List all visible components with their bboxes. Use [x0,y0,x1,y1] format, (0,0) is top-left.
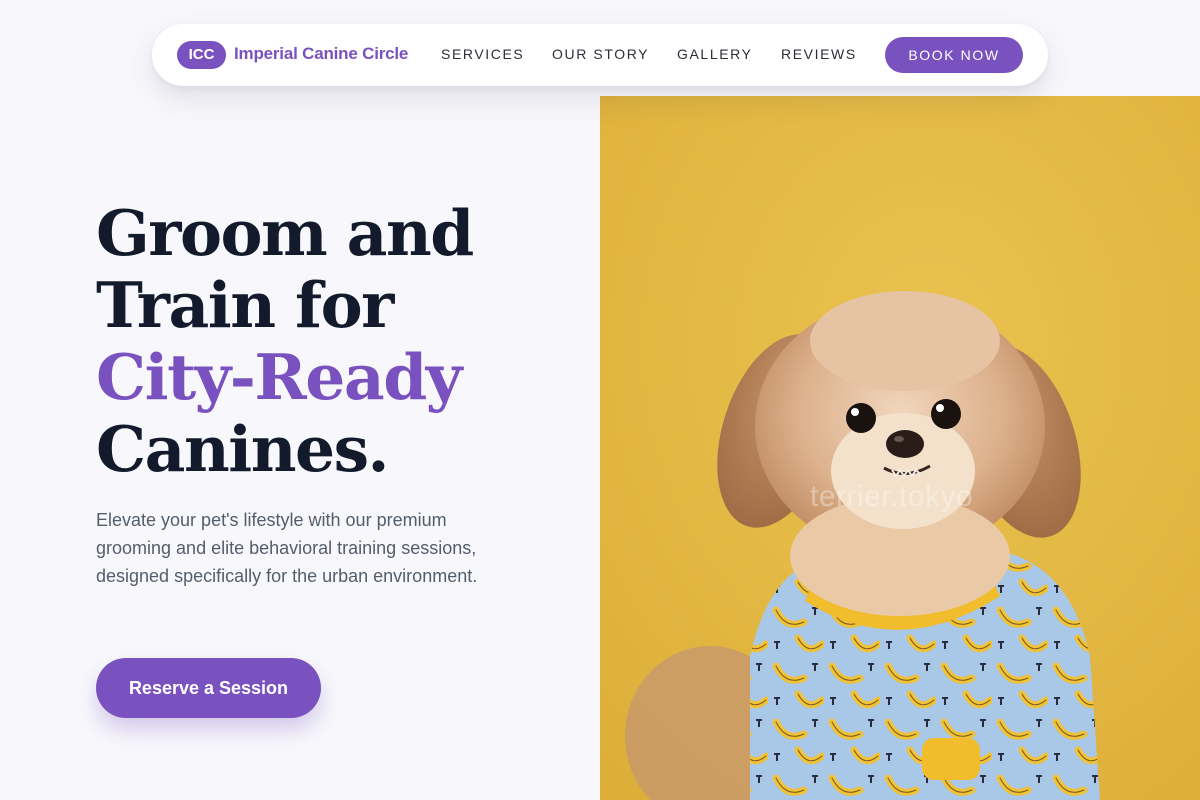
headline-accent: City-Ready [96,340,462,414]
reserve-session-button[interactable]: Reserve a Session [96,658,321,718]
dog-nose [886,430,924,458]
hero-description: Elevate your pet's lifestyle with our pr… [96,510,478,586]
book-now-button[interactable]: BOOK NOW [885,37,1023,73]
left-eye [846,403,876,433]
headline-line-1: Groom and [96,196,474,270]
nav-link-reviews[interactable]: REVIEWS [781,46,857,62]
brand-name[interactable]: Imperial Canine Circle [234,44,408,64]
hero-headline: Groom and Train for City-Ready Canines. [96,196,474,486]
hero-dog-photo: terrier.tokyo [600,96,1200,800]
logo-badge[interactable]: ICC [177,41,226,69]
headline-line-2: Train for [96,268,394,342]
headline-line-4: Canines. [96,412,389,486]
nav-link-services[interactable]: SERVICES [441,46,524,62]
dog-illustration [600,96,1200,800]
nav-link-our-story[interactable]: OUR STORY [552,46,649,62]
nav-link-gallery[interactable]: GALLERY [677,46,753,62]
photo-watermark: terrier.tokyo [810,480,974,513]
top-navigation: ICC Imperial Canine Circle SERVICES OUR … [152,24,1048,86]
right-eye [931,399,961,429]
